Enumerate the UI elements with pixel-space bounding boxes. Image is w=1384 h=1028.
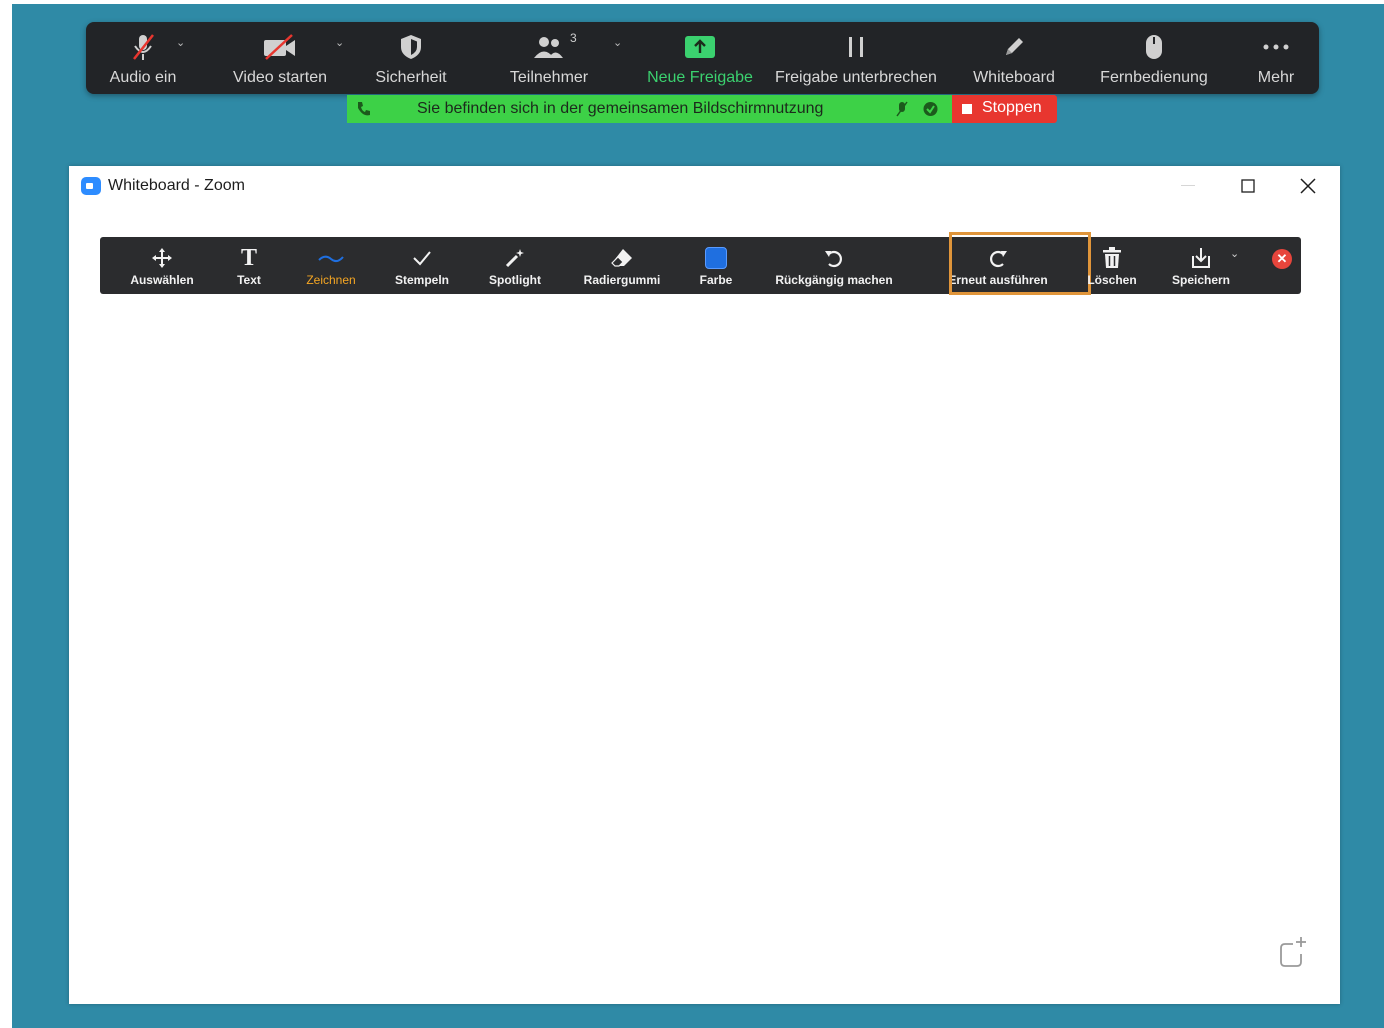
- save-options-chevron-icon[interactable]: ⌄: [1230, 247, 1239, 260]
- spotlight-tool-button[interactable]: Spotlight: [476, 237, 554, 294]
- eraser-icon: [607, 245, 637, 271]
- select-tool-label: Auswählen: [130, 273, 194, 287]
- audio-button[interactable]: Audio ein: [94, 22, 192, 94]
- close-toolbar-icon[interactable]: ✕: [1272, 249, 1292, 269]
- pencil-icon: [994, 32, 1034, 62]
- checkmark-stamp-icon: [407, 245, 437, 271]
- stop-share-button[interactable]: Stoppen: [952, 95, 1057, 123]
- trash-icon: [1097, 245, 1127, 271]
- audio-label: Audio ein: [109, 69, 177, 86]
- mouse-icon: [1134, 32, 1174, 62]
- whiteboard-label: Whiteboard: [973, 69, 1055, 86]
- pause-share-label: Freigabe unterbrechen: [775, 69, 937, 86]
- window-titlebar[interactable]: Whiteboard - Zoom: [69, 166, 1340, 206]
- delete-label: Löschen: [1087, 273, 1137, 287]
- save-label: Speichern: [1171, 273, 1231, 287]
- phone-icon: [355, 100, 371, 123]
- eraser-tool-button[interactable]: Radiergummi: [572, 237, 672, 294]
- shield-icon: [391, 32, 431, 62]
- delete-button[interactable]: Löschen: [1080, 237, 1144, 294]
- redo-button[interactable]: Erneut ausführen: [946, 237, 1050, 294]
- security-button[interactable]: Sicherheit: [364, 22, 458, 94]
- stamp-tool-button[interactable]: Stempeln: [382, 237, 462, 294]
- draw-tool-label: Zeichnen: [306, 273, 356, 287]
- video-options-chevron-icon[interactable]: ⌄: [335, 36, 344, 49]
- meeting-toolbar: Audio ein ⌄ Video starten ⌄ Sicherheit 3…: [86, 22, 1319, 94]
- remote-control-button[interactable]: Fernbedienung: [1094, 22, 1214, 94]
- add-page-icon: [1280, 937, 1306, 967]
- spotlight-wand-icon: [500, 245, 530, 271]
- video-label: Video starten: [233, 69, 327, 86]
- redo-label: Erneut ausführen: [948, 273, 1048, 287]
- undo-button[interactable]: Rückgängig machen: [766, 237, 902, 294]
- more-label: Mehr: [1257, 69, 1295, 86]
- eraser-tool-label: Radiergummi: [583, 273, 661, 287]
- new-share-label: Neue Freigabe: [647, 69, 753, 86]
- security-shield-small-icon: [923, 101, 938, 122]
- save-download-icon: [1186, 245, 1216, 271]
- color-picker-label: Farbe: [699, 273, 733, 287]
- more-dots-icon: [1256, 32, 1296, 62]
- sharing-status-text: Sie befinden sich in der gemeinsamen Bil…: [417, 100, 824, 117]
- text-t-icon: T: [240, 244, 257, 271]
- security-label: Sicherheit: [375, 69, 447, 86]
- move-arrows-icon: [147, 245, 177, 271]
- participants-label: Teilnehmer: [509, 69, 589, 86]
- muted-microphone-icon: [123, 32, 163, 62]
- save-button[interactable]: Speichern: [1164, 237, 1238, 294]
- whiteboard-window: Whiteboard - Zoom Auswählen T Text Zeich…: [69, 166, 1340, 1004]
- participants-button[interactable]: 3 Teilnehmer: [498, 22, 600, 94]
- close-window-button[interactable]: [1293, 174, 1323, 198]
- draw-tool-button[interactable]: Zeichnen: [296, 237, 366, 294]
- window-title: Whiteboard - Zoom: [108, 177, 245, 194]
- text-tool-label: Text: [237, 273, 261, 287]
- minimize-button[interactable]: [1173, 174, 1203, 198]
- draw-squiggle-icon: [316, 245, 346, 271]
- muted-microphone-small-icon: [895, 100, 909, 123]
- maximize-button[interactable]: [1233, 174, 1263, 198]
- color-picker-button[interactable]: Farbe: [688, 237, 744, 294]
- new-page-button[interactable]: [1273, 934, 1309, 970]
- screen-sharing-status-bar[interactable]: Sie befinden sich in der gemeinsamen Bil…: [347, 95, 952, 123]
- audio-options-chevron-icon[interactable]: ⌄: [176, 36, 185, 49]
- new-share-button[interactable]: Neue Freigabe: [644, 22, 756, 94]
- zoom-app-icon: [81, 177, 101, 195]
- select-tool-button[interactable]: Auswählen: [122, 237, 202, 294]
- stamp-tool-label: Stempeln: [394, 273, 449, 287]
- text-tool-button[interactable]: T Text: [218, 237, 280, 294]
- remote-control-label: Fernbedienung: [1100, 69, 1208, 86]
- redo-icon: [983, 245, 1013, 271]
- video-off-icon: [260, 32, 300, 62]
- participants-options-chevron-icon[interactable]: ⌄: [613, 36, 622, 49]
- spotlight-tool-label: Spotlight: [489, 273, 541, 287]
- video-button[interactable]: Video starten: [226, 22, 334, 94]
- participants-count: 3: [570, 31, 577, 45]
- whiteboard-button[interactable]: Whiteboard: [964, 22, 1064, 94]
- stop-share-label: Stoppen: [982, 99, 1042, 116]
- pause-share-button[interactable]: Freigabe unterbrechen: [774, 22, 938, 94]
- participants-icon: [529, 32, 569, 62]
- undo-label: Rückgängig machen: [775, 273, 893, 287]
- color-swatch-icon: [701, 245, 731, 271]
- annotation-toolbar: Auswählen T Text Zeichnen Stempeln Spotl…: [100, 232, 1301, 295]
- share-screen-icon: [680, 32, 720, 62]
- pause-icon: [836, 32, 876, 62]
- more-button[interactable]: Mehr: [1244, 22, 1308, 94]
- stop-square-icon: [962, 104, 972, 114]
- undo-icon: [819, 245, 849, 271]
